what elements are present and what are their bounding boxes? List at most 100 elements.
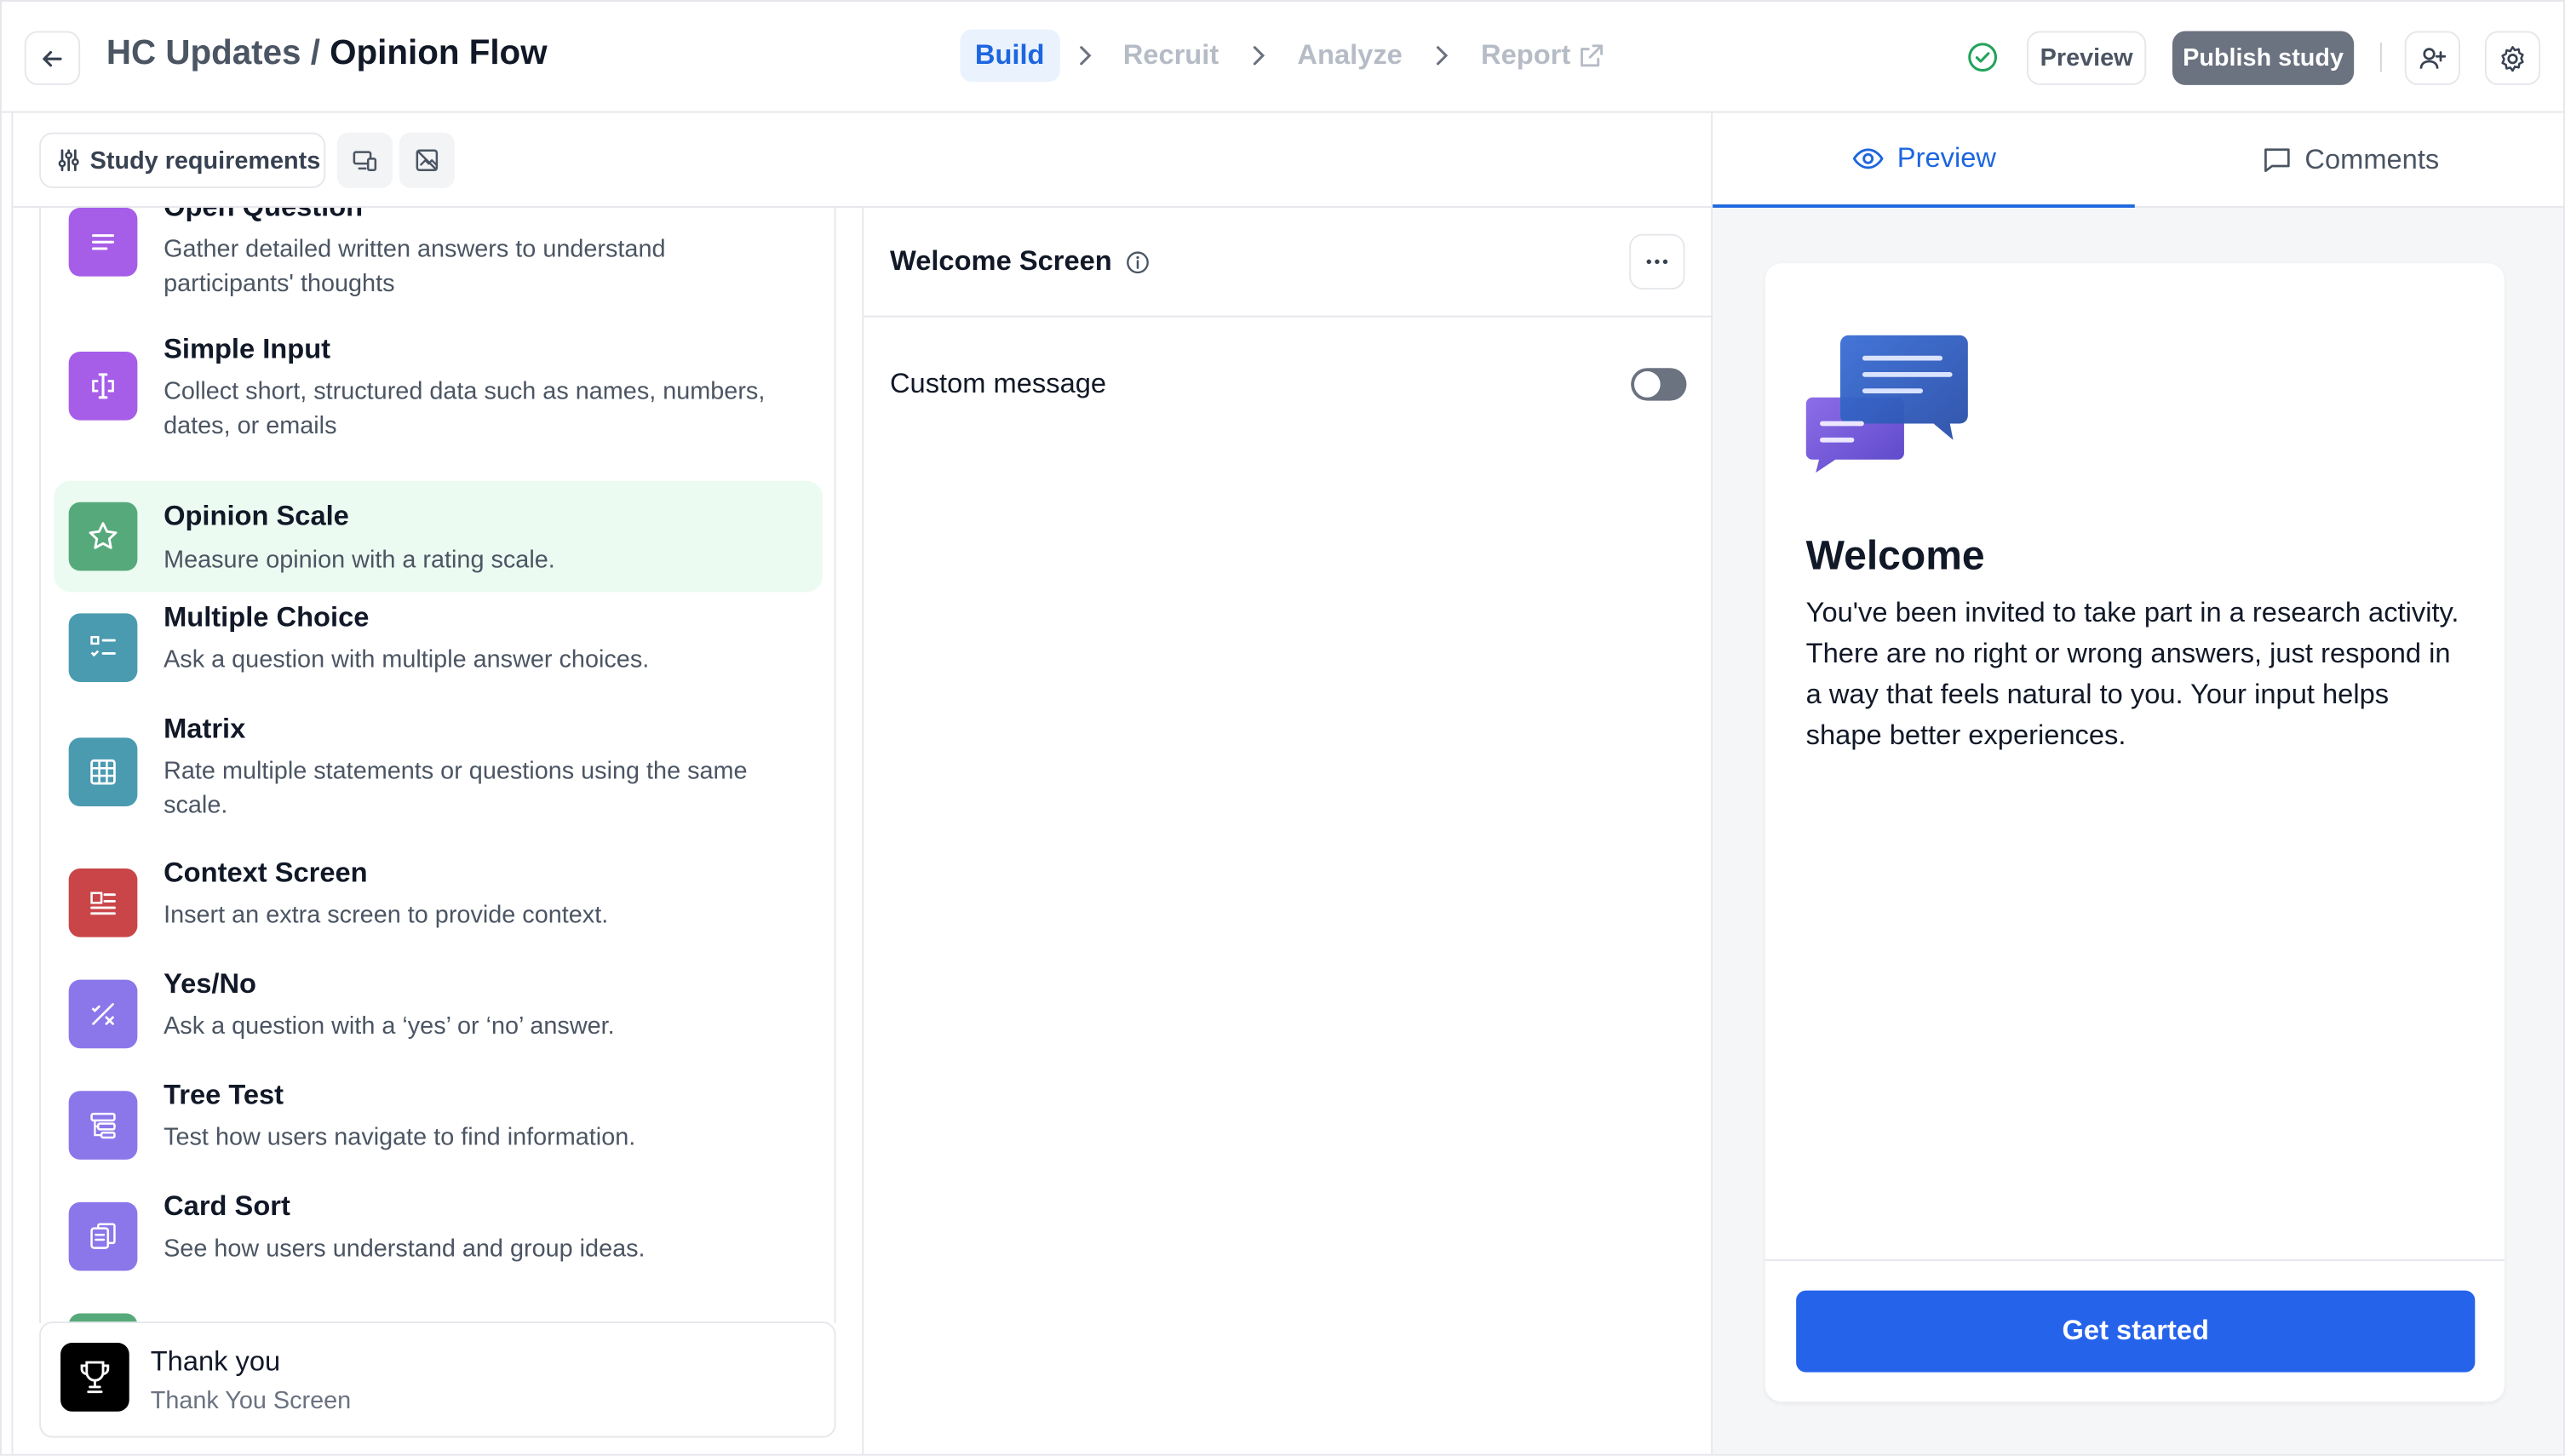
user-plus-icon	[2419, 47, 2447, 68]
context-icon	[68, 868, 138, 937]
custom-message-toggle[interactable]	[1631, 368, 1687, 401]
question-type-desc: Ask a question with a ‘yes’ or ‘no’ answ…	[164, 1012, 615, 1040]
breadcrumb: HC Updates / Opinion Flow	[106, 34, 548, 73]
media-toggle-button[interactable]	[399, 132, 456, 188]
breadcrumb-parent[interactable]: HC Updates	[106, 34, 301, 72]
question-type-title: Yes/No	[164, 968, 257, 1000]
chevron-right-icon	[1059, 44, 1109, 67]
question-type-desc: Ask a question with multiple answer choi…	[164, 645, 650, 674]
question-type-title: Tree Test	[164, 1079, 284, 1111]
tab-preview[interactable]: Preview	[1713, 113, 2135, 208]
tab-comments-label: Comments	[2304, 144, 2440, 175]
divider	[1765, 1259, 2505, 1262]
app-window: HC Updates / Opinion Flow Build Recruit …	[0, 0, 2565, 1456]
text-lines-icon	[68, 207, 138, 277]
back-button[interactable]	[24, 31, 81, 85]
top-bar: HC Updates / Opinion Flow Build Recruit …	[1, 2, 2564, 113]
question-type-title: Opinion Scale	[164, 500, 349, 532]
question-type-title: Context Screen	[164, 857, 368, 889]
list-item-tree-test[interactable]: Tree Test Test how users navigate to fin…	[54, 1080, 823, 1177]
builder-panel: Study requirements Open Question Gather …	[11, 112, 1715, 1454]
chevron-right-icon	[1234, 44, 1283, 67]
step-build[interactable]: Build	[960, 29, 1059, 83]
devices-icon	[353, 151, 377, 172]
question-type-desc: Gather detailed written answers to under…	[164, 235, 666, 298]
list-item-matrix[interactable]: Matrix Rate multiple statements or quest…	[54, 714, 823, 842]
publish-study-button[interactable]: Publish study	[2172, 31, 2355, 85]
screen-title: Welcome Screen	[890, 245, 1150, 278]
text-cursor-icon	[68, 351, 138, 421]
preview-button[interactable]: Preview	[2026, 31, 2147, 85]
list-item-simple-input[interactable]: Simple Input Collect short, structured d…	[54, 334, 823, 456]
question-type-desc: Test how users navigate to find informat…	[164, 1123, 636, 1152]
get-started-button[interactable]: Get started	[1796, 1290, 2476, 1373]
star-icon	[68, 502, 138, 571]
gear-icon	[2501, 45, 2524, 72]
list-item-open-question[interactable]: Open Question Gather detailed written an…	[54, 207, 823, 316]
tab-comments[interactable]: Comments	[2135, 113, 2563, 208]
settings-button[interactable]	[2484, 31, 2541, 85]
welcome-body: You've been invited to take part in a re…	[1805, 597, 2459, 751]
thank-you-title: Thank you	[150, 1345, 281, 1378]
question-type-desc: Measure opinion with a rating scale.	[164, 546, 555, 575]
screen-title-label: Welcome Screen	[889, 245, 1112, 277]
arrow-left-icon	[43, 49, 62, 66]
builder-toolbar: Study requirements	[13, 113, 1712, 208]
chat-bubbles-illustration	[1805, 332, 1970, 484]
comment-icon	[2264, 148, 2290, 173]
study-steps: Build Recruit Analyze Report	[960, 29, 1620, 83]
step-recruit[interactable]: Recruit	[1108, 30, 1233, 82]
toggle-knob	[1633, 371, 1661, 398]
divider	[2379, 42, 2382, 72]
breadcrumb-separator: /	[301, 34, 330, 72]
more-options-button[interactable]	[1629, 233, 1685, 289]
thank-you-subtitle: Thank You Screen	[150, 1386, 352, 1415]
list-item-context-screen[interactable]: Context Screen Insert an extra screen to…	[54, 857, 823, 954]
list-item-card-sort[interactable]: Card Sort See how users understand and g…	[54, 1190, 823, 1287]
add-collaborator-button[interactable]	[2404, 31, 2461, 85]
list-item-multiple-choice[interactable]: Multiple Choice Ask a question with mult…	[54, 602, 823, 699]
study-requirements-label: Study requirements	[89, 146, 321, 175]
step-report[interactable]: Report	[1466, 30, 1620, 82]
list-item-yes-no[interactable]: Yes/No Ask a question with a ‘yes’ or ‘n…	[54, 968, 823, 1065]
tree-icon	[68, 1091, 138, 1160]
breadcrumb-current: Opinion Flow	[330, 34, 548, 72]
question-type-desc: See how users understand and group ideas…	[164, 1235, 646, 1263]
custom-message-label: Custom message	[889, 368, 1107, 399]
list-item-opinion-scale[interactable]: Opinion Scale Measure opinion with a rat…	[54, 480, 823, 593]
external-link-icon	[1581, 44, 1604, 67]
check-circle-icon	[1966, 41, 1999, 82]
question-type-title: Open Question	[164, 208, 363, 224]
device-preview-button[interactable]	[336, 132, 393, 188]
sliders-icon	[58, 149, 79, 172]
yes-no-icon	[68, 979, 138, 1049]
step-analyze[interactable]: Analyze	[1282, 30, 1417, 82]
question-type-title: Card Sort	[164, 1190, 290, 1222]
more-horizontal-icon	[1646, 259, 1668, 265]
thank-you-screen-item[interactable]: Thank you Thank You Screen	[39, 1321, 836, 1438]
preview-panel: Preview Comments Welcome You've been inv…	[1713, 112, 2564, 1454]
welcome-card: Welcome You've been invited to take part…	[1765, 263, 2505, 1402]
cards-icon	[68, 1201, 138, 1271]
eye-icon	[1852, 148, 1884, 169]
trophy-icon	[60, 1343, 129, 1412]
chevron-right-icon	[1417, 44, 1466, 67]
study-requirements-button[interactable]: Study requirements	[39, 132, 326, 188]
question-type-desc: Insert an extra screen to provide contex…	[164, 901, 609, 930]
tab-preview-label: Preview	[1896, 142, 1996, 174]
screen-editor-header: Welcome Screen	[864, 208, 1715, 318]
preview-tabs: Preview Comments	[1713, 112, 2564, 208]
question-type-desc: Rate multiple statements or questions us…	[164, 757, 748, 820]
step-report-label: Report	[1481, 39, 1571, 71]
question-type-title: Matrix	[164, 713, 246, 745]
image-off-icon	[416, 149, 439, 172]
question-type-desc: Collect short, structured data such as n…	[164, 377, 766, 440]
grid-icon	[68, 737, 138, 807]
question-type-list: Open Question Gather detailed written an…	[39, 207, 836, 1324]
welcome-title: Welcome	[1805, 533, 1985, 579]
question-type-title: Simple Input	[164, 333, 331, 365]
screen-editor: Welcome Screen Custom message	[862, 207, 1715, 1454]
info-icon[interactable]	[1125, 249, 1150, 274]
question-type-title: Multiple Choice	[164, 601, 370, 633]
checklist-icon	[68, 613, 138, 683]
